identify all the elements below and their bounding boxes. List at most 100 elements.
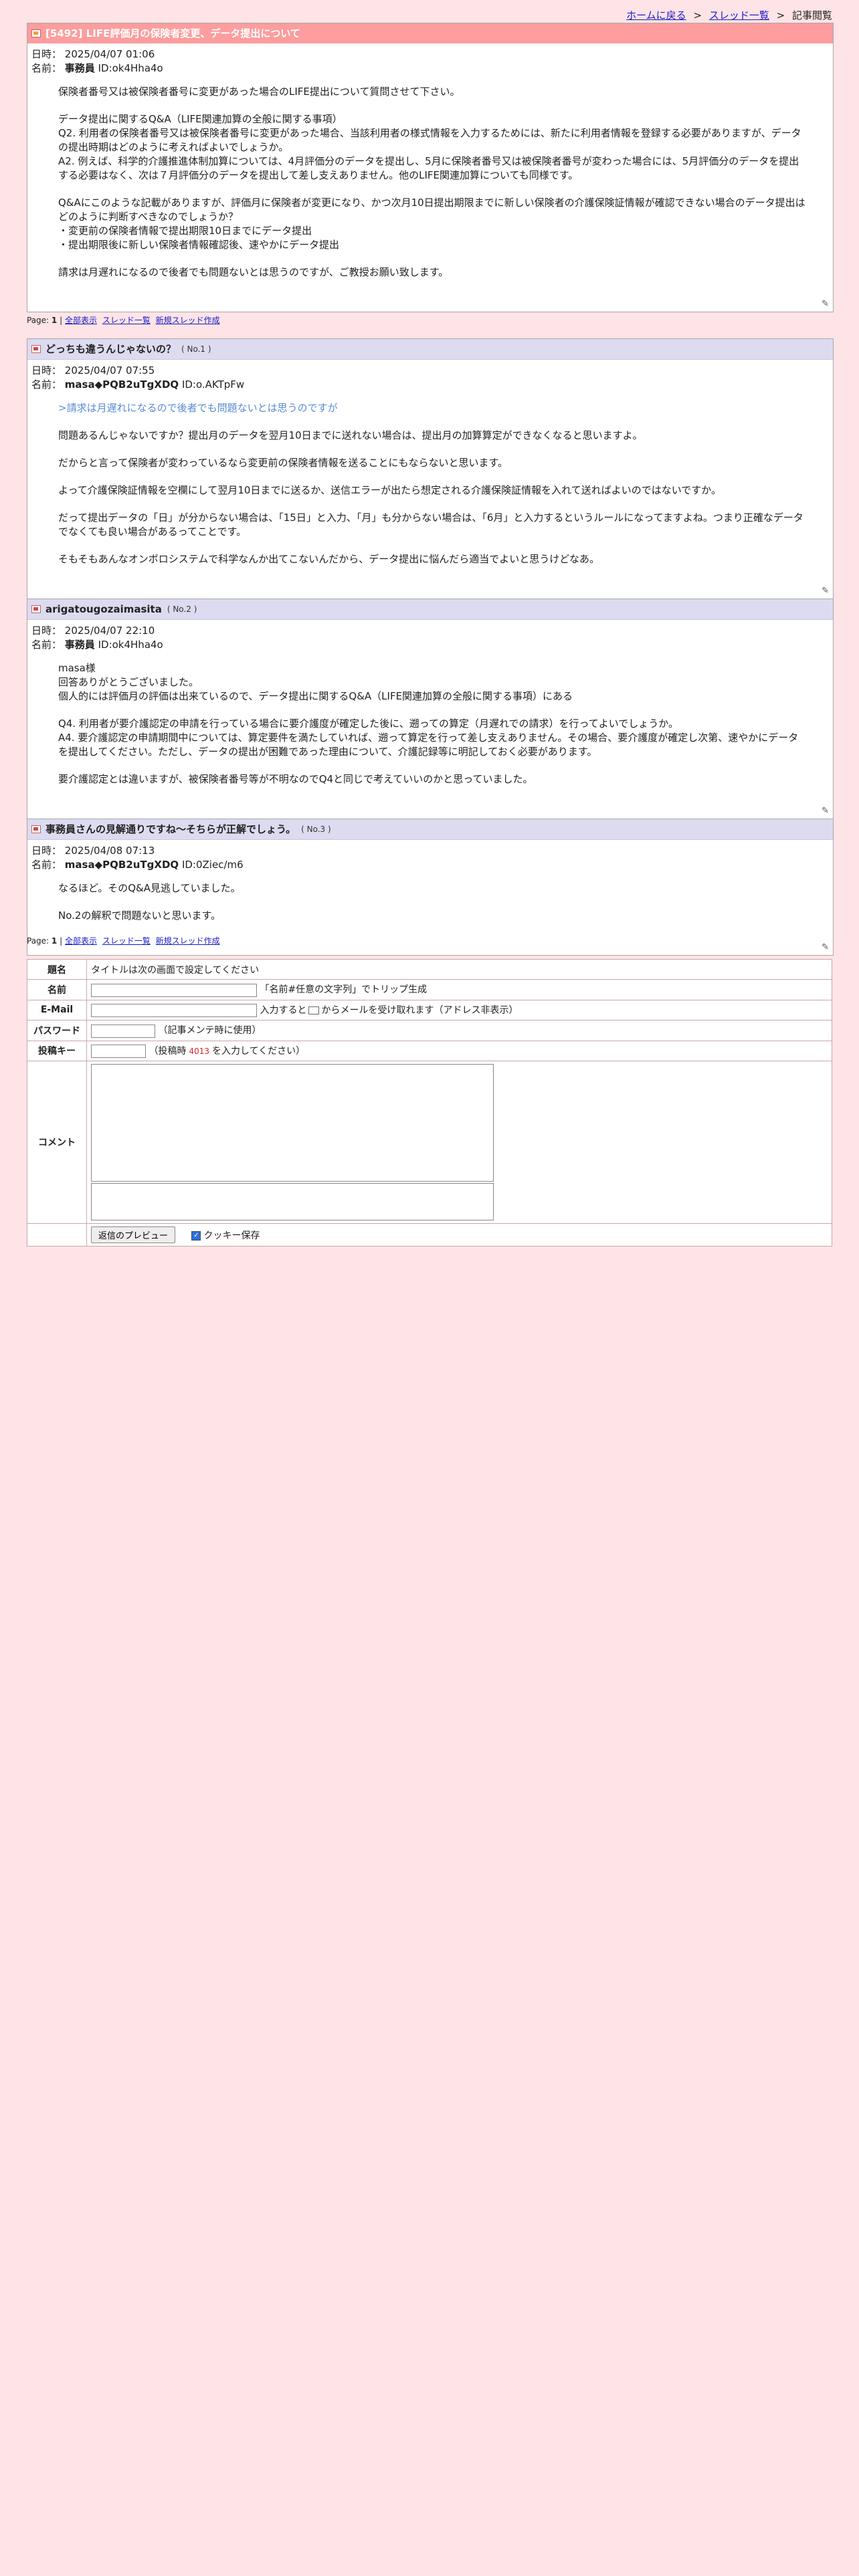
edit-pencil-icon[interactable]: ✎ — [822, 586, 829, 596]
reply-number: ( No.3 ) — [301, 825, 331, 834]
post-date: 2025/04/07 22:10 — [64, 625, 155, 637]
post-id: ID:o.AKTpFw — [181, 379, 245, 391]
preview-button[interactable]: 返信のプレビュー — [91, 1226, 176, 1243]
date-label: 日時： — [31, 48, 62, 60]
post-quote: >請求は月遅れになるので後者でも問題ないとは思うのですが — [58, 402, 338, 414]
post-date: 2025/04/07 07:55 — [64, 364, 155, 377]
post-paragraph: 問題あるんじゃないですか？提出月のデータを翌月10日までに送れない場合は、提出月… — [58, 429, 643, 441]
email-field-label: E-Mail — [27, 999, 87, 1021]
cookie-checkbox[interactable]: ✓ — [191, 1231, 201, 1241]
post-key-code: 4013 — [189, 1046, 209, 1056]
pager-bottom: Page: 1 | 全部表示 スレッド一覧 新規スレッド作成 — [27, 935, 832, 946]
new-thread-link[interactable]: 新規スレッド作成 — [156, 316, 220, 325]
post-paragraph: なるほど。そのQ&A見逃していました。 — [58, 882, 241, 894]
post-id: ID:ok4Hha4o — [98, 62, 163, 74]
thread-title: [5492] LIFE評価月の保険者変更、データ提出について — [45, 27, 300, 39]
post-paragraph: だからと言って保険者が変わっているなら変更前の保険者情報を送ることにもならないと… — [58, 457, 508, 469]
post-key-label: 投稿キー — [27, 1040, 87, 1061]
post-paragraph: だって提出データの「日」が分からない場合は、「15日」と入力、「月」も分からない… — [58, 512, 803, 538]
reply-title-bar: どっちも違うんじゃないの？ ( No.1 ) — [27, 339, 833, 360]
reply-number: ( No.2 ) — [167, 605, 197, 614]
reply-list: どっちも違うんじゃないの？ ( No.1 ) 日時： 2025/04/07 07… — [27, 338, 834, 956]
name-hint: 「名前#任意の文字列」でトリップ生成 — [260, 984, 427, 995]
email-hint-pre: 入力すると — [260, 1004, 307, 1016]
post-body: >請求は月遅れになるので後者でも問題ないとは思うのですが 問題あるんじゃないです… — [27, 392, 833, 584]
post-paragraph: Q4. 利用者が要介護認定の申請を行っている場合に要介護度が確定した後に、遡って… — [58, 718, 799, 758]
thread-list-link[interactable]: スレッド一覧 — [709, 9, 769, 21]
thread-list-link[interactable]: スレッド一覧 — [102, 936, 151, 946]
name-label: 名前： — [31, 859, 62, 871]
post-author: masa◆PQB2uTgXDQ — [64, 379, 179, 391]
post-paragraph: masa様 回答ありがとうございました。 個人的には評価月の評価は出来ているので… — [58, 662, 573, 702]
post-paragraph: よって介護保険証情報を空欄にして翌月10日までに送るか、送信エラーが出たら想定さ… — [58, 484, 721, 496]
pager-bar: | — [60, 316, 63, 325]
breadcrumb: ホームに戻る > スレッド一覧 > 記事閲覧 — [626, 8, 832, 22]
post-author: 事務員 — [64, 62, 95, 74]
comment-label: コメント — [27, 1061, 87, 1224]
reply-title-bar: 事務員さんの見解通りですね〜そちらが正解でしょう。 ( No.3 ) — [27, 819, 833, 840]
comment-textarea-extra[interactable] — [91, 1183, 494, 1220]
post-body: なるほど。そのQ&A見逃していました。 No.2の解釈で問題ないと思います。 — [27, 872, 833, 940]
post-meta: 日時： 2025/04/08 07:13 名前： masa◆PQB2uTgXDQ… — [27, 840, 833, 872]
post-author: 事務員 — [64, 639, 95, 651]
subject-label: 題名 — [27, 959, 87, 980]
date-label: 日時： — [31, 364, 62, 377]
reply-title: 事務員さんの見解通りですね〜そちらが正解でしょう。 — [45, 823, 296, 835]
cookie-label: クッキー保存 — [203, 1230, 260, 1241]
reply-title: どっちも違うんじゃないの？ — [45, 343, 177, 355]
post-key-hint-pre: （投稿時 — [149, 1045, 187, 1057]
post-key-hint-post: を入力してください） — [212, 1045, 306, 1057]
folder-icon — [31, 29, 41, 37]
name-label: 名前： — [31, 62, 62, 74]
edit-pencil-icon[interactable]: ✎ — [822, 299, 829, 309]
reply-title-bar: arigatougozaimasita ( No.2 ) — [27, 599, 833, 620]
thread-list-link[interactable]: スレッド一覧 — [102, 316, 151, 325]
breadcrumb-separator: > — [693, 9, 702, 21]
thread-title-bar: [5492] LIFE評価月の保険者変更、データ提出について — [27, 23, 833, 43]
show-all-link[interactable]: 全部表示 — [65, 936, 97, 946]
mail-icon — [308, 1006, 320, 1014]
post-paragraph: Q&Aにこのような記載がありますが、評価月に保険者が変更になり、かつ次月10日提… — [58, 197, 805, 251]
password-field-label: パスワード — [27, 1020, 87, 1041]
thread-original-post: [5492] LIFE評価月の保険者変更、データ提出について 日時： 2025/… — [27, 23, 834, 312]
post-paragraph: 請求は月遅れになるので後者でも問題ないとは思うのですが、ご教授お願い致します。 — [58, 266, 449, 278]
post-body: masa様 回答ありがとうございました。 個人的には評価月の評価は出来ているので… — [27, 652, 833, 804]
post-author: masa◆PQB2uTgXDQ — [64, 859, 179, 871]
pager-bar: | — [60, 936, 63, 946]
reply-form: 題名 タイトルは次の画面で設定してください 名前 「名前#任意の文字列」でトリッ… — [27, 959, 832, 1247]
comment-textarea[interactable] — [91, 1064, 494, 1182]
post-paragraph: そもそもあんなオンボロシステムで科学なんか出てこないんだから、データ提出に悩んだ… — [58, 553, 599, 565]
name-label: 名前： — [31, 379, 62, 391]
show-all-link[interactable]: 全部表示 — [65, 316, 97, 325]
home-link[interactable]: ホームに戻る — [626, 9, 686, 21]
pager-label: Page: — [27, 316, 50, 325]
post-paragraph: No.2の解釈で問題ないと思います。 — [58, 909, 221, 922]
post-key-input[interactable] — [91, 1045, 146, 1058]
post-paragraph: 要介護認定とは違いますが、被保険者番号等が不明なのでQ4と同じで考えていいのかと… — [58, 773, 533, 785]
name-input[interactable] — [91, 983, 257, 997]
post-paragraph: 保険者番号又は被保険者番号に変更があった場合のLIFE提出について質問させて下さ… — [58, 86, 460, 98]
email-input[interactable] — [91, 1004, 257, 1017]
post-date: 2025/04/08 07:13 — [64, 845, 155, 857]
pager-current: 1 — [51, 936, 58, 946]
cookie-checkbox-wrap[interactable]: ✓ クッキー保存 — [191, 1230, 260, 1241]
date-label: 日時： — [31, 625, 62, 637]
password-input[interactable] — [91, 1024, 155, 1038]
post-paragraph: データ提出に関するQ&A（LIFE関連加算の全般に関する事項） Q2. 利用者の… — [58, 113, 801, 181]
breadcrumb-separator: > — [776, 9, 785, 21]
email-hint-post: からメールを受け取れます（アドレス非表示） — [321, 1004, 518, 1016]
post-date: 2025/04/07 01:06 — [64, 48, 155, 60]
pager-current: 1 — [51, 316, 58, 325]
post-meta: 日時： 2025/04/07 01:06 名前： 事務員 ID:ok4Hha4o — [27, 43, 833, 76]
reply-icon — [31, 605, 41, 613]
pager-top: Page: 1 | 全部表示 スレッド一覧 新規スレッド作成 — [27, 314, 832, 326]
breadcrumb-current: 記事閲覧 — [791, 9, 832, 21]
subject-note: タイトルは次の画面で設定してください — [86, 959, 832, 980]
new-thread-link[interactable]: 新規スレッド作成 — [156, 936, 220, 946]
reply-title: arigatougozaimasita — [45, 603, 162, 615]
post-meta: 日時： 2025/04/07 07:55 名前： masa◆PQB2uTgXDQ… — [27, 360, 833, 392]
edit-pencil-icon[interactable]: ✎ — [822, 806, 829, 816]
post-id: ID:ok4Hha4o — [98, 639, 163, 651]
post-meta: 日時： 2025/04/07 22:10 名前： 事務員 ID:ok4Hha4o — [27, 620, 833, 652]
post-body: 保険者番号又は被保険者番号に変更があった場合のLIFE提出について質問させて下さ… — [27, 76, 833, 297]
